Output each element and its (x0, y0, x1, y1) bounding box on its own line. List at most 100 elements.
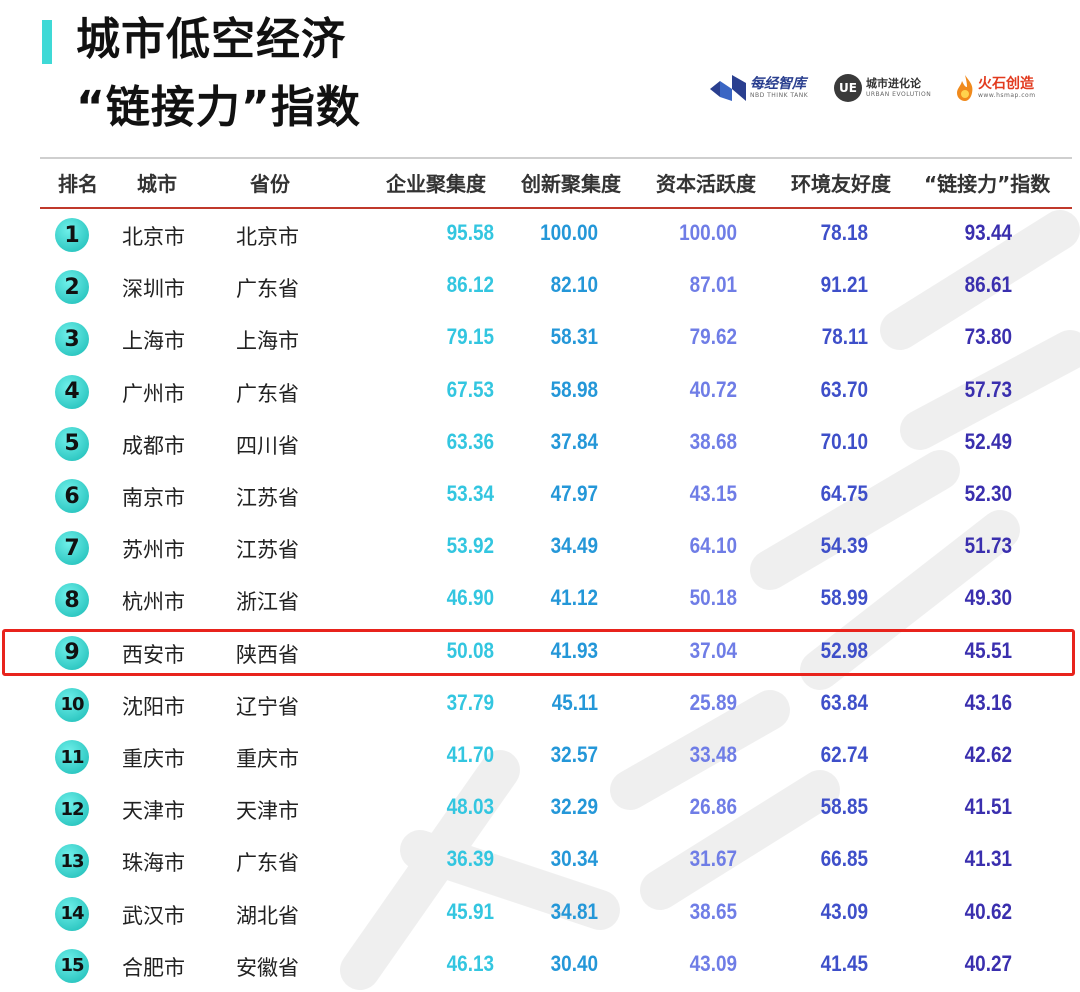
rank-badge: 8 (55, 583, 89, 618)
capital-cell: 33.48 (689, 742, 737, 767)
environment-cell: 43.09 (820, 898, 868, 924)
index-cell: 41.31 (964, 846, 1012, 872)
province-cell: 重庆市 (236, 747, 299, 771)
rank-badge: 1 (55, 218, 89, 252)
logo-strip: 每经智库 NBD THINK TANK UE 城市进化论 URBAN EVOLU… (706, 70, 1051, 106)
enterprise-cell: 48.03 (446, 794, 494, 820)
innovation-cell: 58.98 (550, 376, 598, 402)
nbd-logo-icon (710, 75, 746, 101)
environment-cell: 78.11 (821, 324, 868, 350)
table-row: 5 成都市 四川省 63.36 37.84 38.68 70.10 52.49 (0, 418, 1080, 470)
index-cell: 49.30 (964, 585, 1012, 611)
header-innovation: 创新聚集度 (521, 172, 621, 196)
rank-badge: 13 (55, 844, 89, 879)
index-cell: 93.44 (964, 220, 1012, 245)
rank-badge: 11 (55, 740, 89, 774)
index-cell: 43.16 (964, 689, 1012, 715)
innovation-cell: 58.31 (550, 324, 598, 350)
capital-cell: 64.10 (689, 533, 737, 559)
enterprise-cell: 86.12 (446, 272, 494, 298)
rank-badge: 7 (55, 531, 89, 566)
hs-logo: 火石创造 www.hsmap.com (956, 70, 1036, 106)
flame-logo-icon (957, 75, 973, 101)
city-cell: 合肥市 (122, 955, 185, 980)
table-row: 12 天津市 天津市 48.03 32.29 26.86 58.85 41.51 (0, 783, 1080, 835)
environment-cell: 78.18 (820, 220, 868, 245)
table-row: 3 上海市 上海市 79.15 58.31 79.62 78.11 73.80 (0, 313, 1080, 365)
province-cell: 广东省 (236, 277, 299, 302)
city-cell: 武汉市 (122, 903, 185, 928)
city-cell: 杭州市 (122, 590, 185, 615)
enterprise-cell: 53.92 (446, 533, 494, 559)
table-row: 6 南京市 江苏省 53.34 47.97 43.15 64.75 52.30 (0, 470, 1080, 522)
innovation-cell: 41.12 (550, 585, 598, 611)
province-cell: 辽宁省 (236, 694, 299, 719)
innovation-cell: 32.57 (550, 742, 598, 767)
enterprise-cell: 41.70 (446, 742, 494, 767)
province-cell: 安徽省 (236, 955, 299, 980)
table-row: 13 珠海市 广东省 36.39 30.34 31.67 66.85 41.31 (0, 835, 1080, 887)
table-row: 8 杭州市 浙江省 46.90 41.12 50.18 58.99 49.30 (0, 574, 1080, 626)
enterprise-cell: 63.36 (446, 428, 494, 454)
city-cell: 北京市 (122, 225, 185, 249)
index-cell: 73.80 (964, 324, 1012, 350)
city-cell: 上海市 (122, 329, 185, 354)
header-city: 城市 (137, 172, 177, 196)
innovation-cell: 82.10 (550, 272, 598, 298)
capital-cell: 38.65 (689, 898, 737, 924)
enterprise-cell: 45.91 (446, 898, 494, 924)
city-cell: 沈阳市 (122, 694, 185, 719)
table-row: 14 武汉市 湖北省 45.91 34.81 38.65 43.09 40.62 (0, 888, 1080, 940)
rank-badge: 14 (55, 896, 89, 931)
table-row: 15 合肥市 安徽省 46.13 30.40 43.09 41.45 40.27 (0, 940, 1080, 992)
index-cell: 41.51 (964, 794, 1012, 820)
hs-logo-name: 火石创造 (978, 75, 1034, 92)
rank-badge: 15 (55, 948, 89, 983)
table-row: 10 沈阳市 辽宁省 37.79 45.11 25.89 63.84 43.16 (0, 679, 1080, 731)
enterprise-cell: 67.53 (446, 376, 494, 402)
table-top-rule (40, 157, 1072, 159)
capital-cell: 40.72 (689, 376, 737, 402)
province-cell: 江苏省 (236, 538, 299, 563)
page-title-line1: 城市低空经济 (76, 14, 346, 65)
province-cell: 浙江省 (236, 590, 299, 615)
capital-cell: 25.89 (689, 689, 737, 715)
city-cell: 深圳市 (122, 277, 185, 302)
enterprise-cell: 46.13 (446, 950, 494, 976)
index-cell: 52.49 (964, 428, 1012, 454)
header-rank: 排名 (58, 172, 98, 196)
capital-cell: 100.00 (679, 220, 737, 245)
capital-cell: 26.86 (689, 794, 737, 820)
hs-logo-sub: www.hsmap.com (978, 92, 1036, 100)
city-cell: 南京市 (122, 486, 185, 510)
environment-cell: 64.75 (820, 481, 868, 506)
nbd-logo-name: 每经智库 (750, 75, 806, 92)
city-cell: 珠海市 (122, 851, 185, 876)
index-cell: 52.30 (964, 481, 1012, 506)
province-cell: 湖北省 (236, 903, 299, 928)
ue-logo-name: 城市进化论 (866, 77, 921, 91)
province-cell: 北京市 (236, 225, 299, 249)
innovation-cell: 30.34 (550, 846, 598, 872)
enterprise-cell: 46.90 (446, 585, 494, 611)
header-enterprise: 企业聚集度 (386, 172, 486, 196)
table-row: 4 广州市 广东省 67.53 58.98 40.72 63.70 57.73 (0, 366, 1080, 418)
enterprise-cell: 95.58 (446, 220, 494, 245)
header-index: “链接力”指数 (924, 172, 1051, 196)
ue-logo: UE 城市进化论 URBAN EVOLUTION (834, 70, 931, 106)
capital-cell: 87.01 (689, 272, 737, 298)
innovation-cell: 37.84 (550, 428, 598, 454)
header-province: 省份 (250, 172, 290, 196)
province-cell: 天津市 (236, 799, 299, 824)
environment-cell: 63.84 (820, 689, 868, 715)
city-cell: 广州市 (122, 381, 185, 406)
highlight-frame (2, 629, 1075, 676)
index-cell: 57.73 (964, 376, 1012, 402)
header-capital: 资本活跃度 (656, 172, 756, 196)
ue-logo-sub: URBAN EVOLUTION (866, 90, 932, 98)
index-cell: 51.73 (964, 533, 1012, 559)
table-row: 1 北京市 北京市 95.58 100.00 100.00 78.18 93.44 (0, 209, 1080, 261)
rank-badge: 12 (55, 792, 89, 827)
index-cell: 40.62 (964, 898, 1012, 924)
table-row: 11 重庆市 重庆市 41.70 32.57 33.48 62.74 42.62 (0, 731, 1080, 783)
